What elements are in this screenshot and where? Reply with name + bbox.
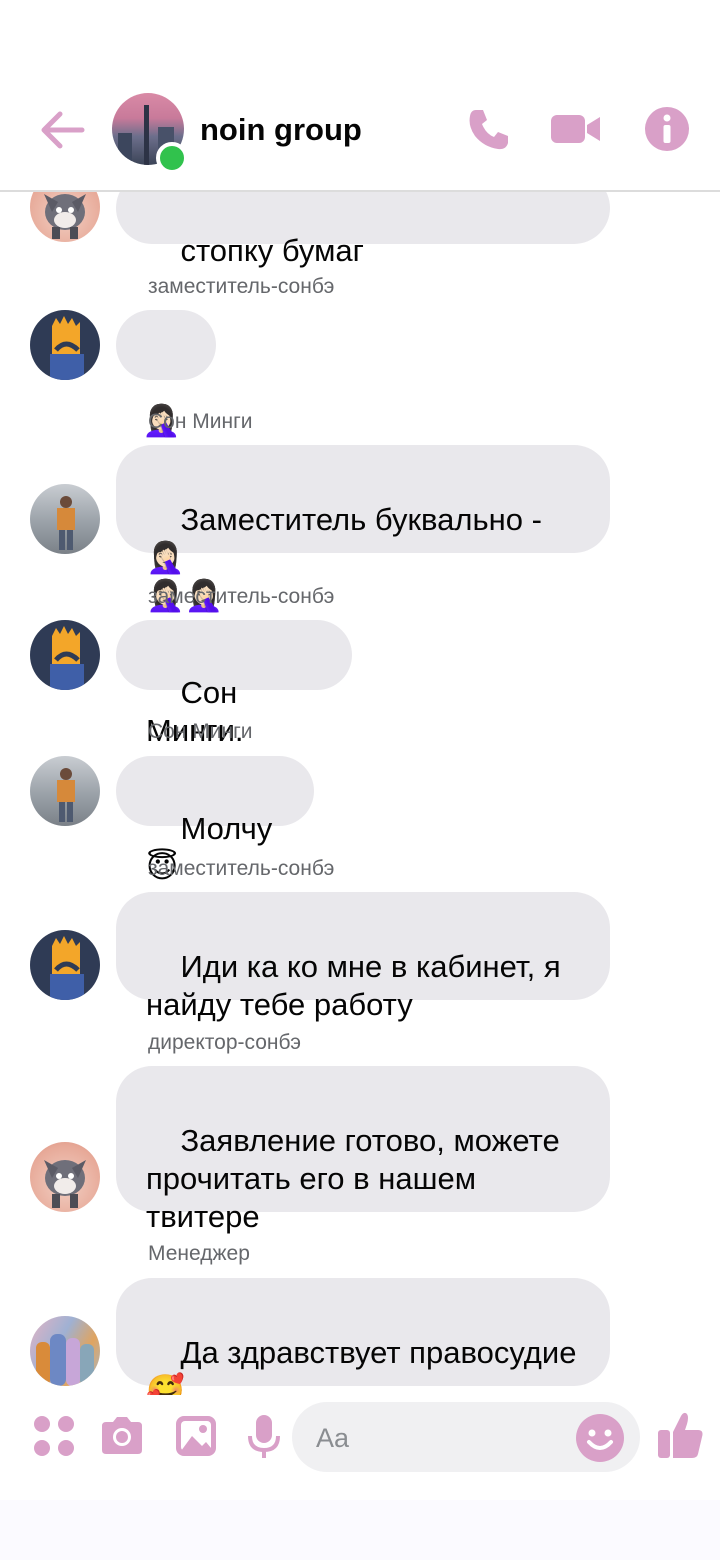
bart-avatar-art: [50, 316, 84, 380]
person-photo-avatar-art: [57, 496, 75, 550]
sender-name: заместитель-сонбэ: [148, 585, 335, 608]
emoji-icon[interactable]: [574, 1412, 626, 1464]
camera-icon[interactable]: [98, 1412, 146, 1460]
sender-avatar[interactable]: [30, 484, 100, 554]
message-bubble[interactable]: Да здравствует правосудие 🥰: [116, 1278, 610, 1395]
message-text: стопку бумаг: [180, 233, 364, 268]
person-photo-avatar-art: [57, 768, 75, 822]
sender-name: Менеджер: [148, 1242, 250, 1265]
message-bubble[interactable]: 🤦🏻‍♀️: [116, 310, 216, 438]
bart-avatar-art: [50, 936, 84, 1000]
tom-cat-avatar-art: [44, 1160, 86, 1208]
back-arrow-icon[interactable]: [38, 108, 86, 152]
sender-name: Сон Минги: [148, 410, 253, 433]
online-status-dot: [156, 142, 188, 174]
chat-header: noin group: [0, 0, 720, 192]
message-text: Иди ка ко мне в кабинет, я найду тебе ра…: [146, 949, 561, 1022]
system-navigation-bar: [0, 1500, 720, 1560]
crowd-avatar-art: [36, 1334, 94, 1386]
message-bubble[interactable]: Сон Минги.: [116, 620, 352, 748]
message-bubble[interactable]: Молчу😇: [116, 756, 314, 884]
sender-avatar[interactable]: [30, 930, 100, 1000]
sender-avatar[interactable]: [30, 1316, 100, 1386]
message-bubble[interactable]: Иди ка ко мне в кабинет, я найду тебе ра…: [116, 892, 610, 1022]
sender-avatar[interactable]: [30, 756, 100, 826]
sender-name: заместитель-сонбэ: [148, 275, 335, 298]
chat-title[interactable]: noin group: [200, 112, 362, 148]
message-input-placeholder: Aa: [316, 1423, 350, 1453]
sender-name: Сон Минги: [148, 720, 253, 743]
thumbs-up-icon[interactable]: [654, 1408, 706, 1462]
message-thread[interactable]: стопку бумаг заместитель-сонбэ 🤦🏻‍♀️ Сон…: [0, 0, 720, 1395]
sender-avatar[interactable]: [30, 1142, 100, 1212]
message-text: Заявление готово, можете прочитать его в…: [146, 1123, 560, 1234]
sender-name: заместитель-сонбэ: [148, 857, 335, 880]
sender-name: директор-сонбэ: [148, 1031, 302, 1054]
phone-icon[interactable]: [466, 106, 512, 152]
info-icon[interactable]: [644, 106, 690, 152]
microphone-icon[interactable]: [240, 1412, 288, 1460]
bart-avatar-art: [50, 626, 84, 690]
video-camera-icon[interactable]: [550, 106, 602, 152]
message-bubble[interactable]: Заместитель буквально - 🤦🏻‍♀️ 🤦🏻‍♀️🤦🏻‍♀️: [116, 445, 610, 613]
message-bubble[interactable]: Заявление готово, можете прочитать его в…: [116, 1066, 610, 1234]
gallery-icon[interactable]: [172, 1412, 220, 1460]
apps-icon[interactable]: [30, 1412, 78, 1460]
sender-avatar[interactable]: [30, 620, 100, 690]
message-text: Да здравствует правосудие 🥰: [146, 1335, 577, 1395]
sender-avatar[interactable]: [30, 310, 100, 380]
